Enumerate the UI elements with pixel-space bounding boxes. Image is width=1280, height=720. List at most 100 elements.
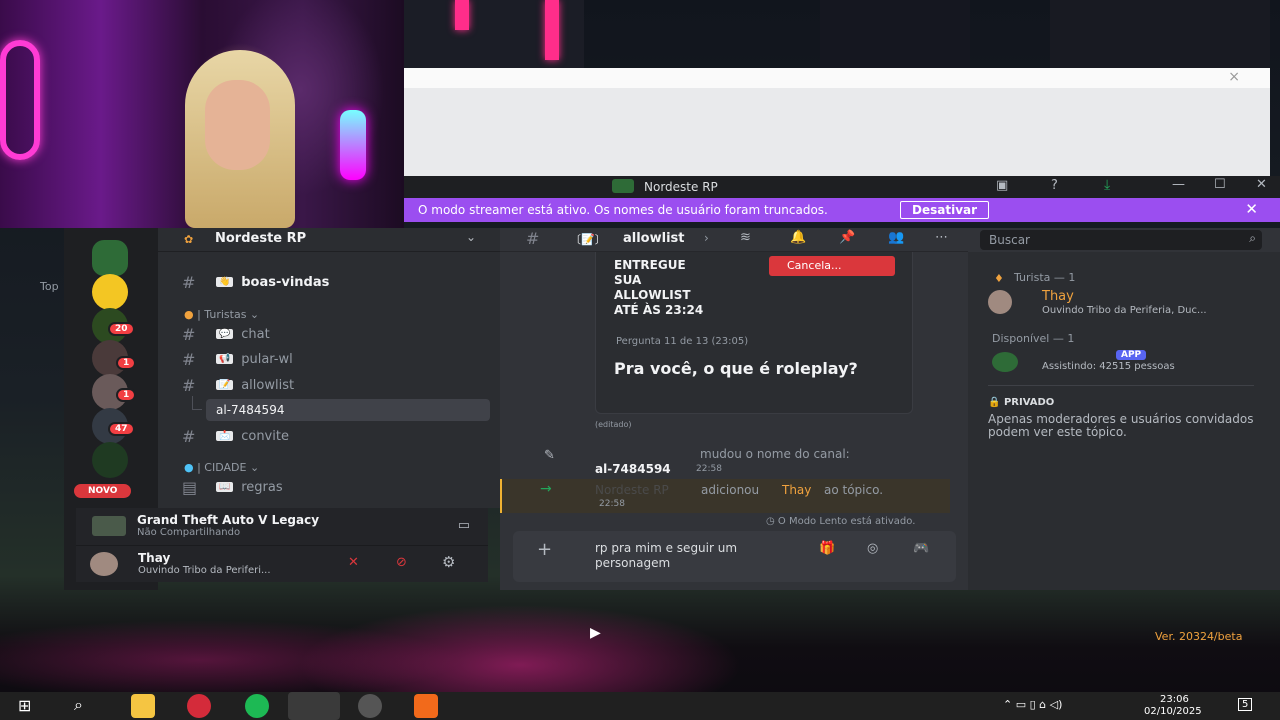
discord-taskbar-icon[interactable] bbox=[288, 692, 340, 720]
stream-icon[interactable]: ▭ bbox=[458, 518, 470, 533]
help-icon[interactable]: ? bbox=[1051, 178, 1058, 193]
question-label: Pergunta 11 de 13 (23:05) bbox=[616, 336, 749, 347]
download-icon[interactable]: ⤓ bbox=[1104, 177, 1110, 193]
cancel-button[interactable]: Cancela... bbox=[769, 256, 895, 276]
mention-badge: 20 bbox=[108, 322, 135, 336]
text-channel-icon: # bbox=[182, 272, 196, 292]
arrow-right-icon: → bbox=[540, 481, 552, 497]
category-label: | Turistas bbox=[197, 308, 247, 321]
search-input[interactable]: Buscar ⌕ bbox=[980, 230, 1262, 250]
card-title-line: SUA bbox=[614, 273, 642, 287]
private-text: Apenas moderadores e usuários convidados… bbox=[988, 412, 1254, 439]
private-title-text: PRIVADO bbox=[1003, 397, 1055, 408]
avatar bbox=[988, 290, 1012, 314]
thread-item-selected[interactable]: al-7484594 bbox=[206, 399, 490, 421]
tray-icons[interactable]: ⌃ ▭ ▯ ⌂ ◁) bbox=[1003, 698, 1062, 711]
channel-emoji: 💬 bbox=[216, 329, 234, 339]
channel-item-convite[interactable]: # 📩 convite bbox=[182, 424, 492, 448]
avatar[interactable] bbox=[90, 552, 118, 576]
thread-icon: # bbox=[526, 229, 540, 248]
server-icon-complexo[interactable] bbox=[92, 442, 128, 478]
member-item[interactable]: APP Assistindo: 42515 pessoas bbox=[988, 348, 1278, 376]
channel-item-boas-vindas[interactable]: # 👋 boas-vindas bbox=[182, 270, 492, 294]
window-title: Nordeste RP bbox=[644, 180, 718, 194]
close-icon[interactable]: × bbox=[1228, 69, 1240, 85]
inbox-icon[interactable]: ▣ bbox=[996, 178, 1008, 193]
webcam-overlay bbox=[0, 0, 404, 228]
text-channel-icon: # bbox=[182, 324, 196, 344]
slowmode-notice: ◷ O Modo Lento está ativado. bbox=[766, 516, 916, 527]
channel-label: pular-wl bbox=[241, 351, 293, 367]
neon-sign bbox=[455, 0, 469, 30]
close-window-icon[interactable]: ✕ bbox=[1256, 177, 1267, 192]
window-titlebar: Nordeste RP ▣ ? ⤓ — ☐ ✕ bbox=[404, 176, 1280, 198]
obs-icon[interactable] bbox=[358, 694, 382, 718]
disable-streamer-button[interactable]: Desativar bbox=[900, 201, 990, 219]
channel-item-chat[interactable]: # 💬 chat bbox=[182, 322, 492, 346]
file-explorer-icon[interactable] bbox=[131, 694, 155, 718]
banner-text: O modo streamer está ativo. Os nomes de … bbox=[418, 203, 828, 217]
version-label: Ver. 20324/beta bbox=[1155, 630, 1243, 643]
building bbox=[1050, 0, 1270, 68]
channel-emoji: 📢 bbox=[216, 354, 234, 364]
gif-icon[interactable]: ◎ bbox=[867, 541, 878, 556]
channel-label: convite bbox=[241, 428, 289, 444]
pencil-icon: ✎ bbox=[544, 448, 555, 463]
member-item[interactable]: Thay Ouvindo Tribo da Periferia, Duc... bbox=[988, 288, 1278, 316]
app-icon[interactable] bbox=[414, 694, 438, 718]
gamepad-icon[interactable]: 🎮 bbox=[913, 541, 929, 556]
system-message-text: adicionou bbox=[701, 483, 760, 497]
chat-header: # 〔📝〕 allowlist › ≋ 🔔 📌 👥 ⋯ bbox=[500, 228, 968, 252]
text-channel-icon: # bbox=[182, 349, 196, 369]
composer-input[interactable]: rp pra mim e seguir um personagem bbox=[595, 541, 795, 571]
rgb-microphone bbox=[340, 110, 366, 180]
mic-muted-icon[interactable]: ✕ bbox=[348, 555, 359, 570]
channel-item-pular-wl[interactable]: # 📢 pular-wl bbox=[182, 347, 492, 371]
allowlist-card: ENTREGUE SUA ALLOWLIST ATÉ ÀS 23:24 Canc… bbox=[595, 252, 913, 414]
server-header[interactable]: ✿ Nordeste RP ⌄ bbox=[158, 228, 500, 252]
channel-item-regras[interactable]: ▤ 📖 regras bbox=[182, 475, 492, 499]
spotify-icon[interactable] bbox=[245, 694, 269, 718]
channel-emoji: 📖 bbox=[216, 482, 234, 492]
category-turistas[interactable]: ● | Turistas ⌄ bbox=[184, 308, 259, 321]
more-icon[interactable]: ⋯ bbox=[935, 230, 948, 245]
timestamp: 22:58 bbox=[599, 499, 625, 509]
member-name: Thay bbox=[1042, 289, 1074, 304]
gift-icon[interactable]: 🎁 bbox=[819, 541, 835, 556]
message-composer[interactable]: + rp pra mim e seguir um personagem 🎁 ◎ … bbox=[513, 531, 956, 582]
new-badge: NOVO bbox=[74, 484, 132, 498]
taskbar-time: 23:06 bbox=[1160, 694, 1189, 705]
plus-icon[interactable]: + bbox=[537, 539, 552, 560]
minimize-icon[interactable]: — bbox=[1172, 177, 1185, 192]
member-status: Assistindo: 42515 pessoas bbox=[1042, 361, 1175, 372]
members-icon[interactable]: 👥 bbox=[888, 230, 904, 245]
threads-icon[interactable]: ≋ bbox=[740, 230, 751, 245]
settings-gear-icon[interactable]: ⚙ bbox=[442, 553, 455, 571]
bell-icon[interactable]: 🔔 bbox=[790, 230, 806, 245]
username: Thay bbox=[138, 551, 171, 565]
notification-icon[interactable]: 5 bbox=[1238, 698, 1253, 711]
headphones-muted-icon[interactable]: ⊘ bbox=[396, 555, 407, 570]
channel-item-allowlist[interactable]: # 📝 allowlist bbox=[182, 373, 492, 397]
opera-icon[interactable] bbox=[187, 694, 211, 718]
category-icon: ● bbox=[184, 461, 194, 474]
category-cidade[interactable]: ● | CIDADE ⌄ bbox=[184, 461, 259, 474]
close-banner-icon[interactable]: ✕ bbox=[1245, 200, 1258, 218]
background-window-body bbox=[404, 88, 1270, 176]
user-status: Ouvindo Tribo da Periferi... bbox=[138, 565, 271, 576]
channel-label: regras bbox=[241, 479, 283, 495]
cursor-icon: ▶ bbox=[590, 625, 601, 641]
mention-badge: 47 bbox=[108, 422, 135, 436]
server-icon-nordeste[interactable] bbox=[92, 240, 128, 276]
user-panel: Thay Ouvindo Tribo da Periferi... ✕ ⊘ ⚙ bbox=[76, 546, 488, 582]
timestamp: 22:58 bbox=[696, 464, 722, 474]
search-icon[interactable]: ⌕ bbox=[74, 695, 83, 715]
search-bar-area: Buscar ⌕ bbox=[968, 228, 1280, 252]
server-icon-emoji[interactable] bbox=[92, 274, 128, 310]
slowmode-text: O Modo Lento está ativado. bbox=[777, 516, 916, 527]
rules-channel-icon: ▤ bbox=[182, 477, 198, 497]
maximize-icon[interactable]: ☐ bbox=[1214, 177, 1226, 192]
role-icon: ♦ bbox=[994, 272, 1004, 285]
windows-start-icon[interactable]: ⊞ bbox=[18, 696, 31, 715]
pin-icon[interactable]: 📌 bbox=[839, 230, 855, 245]
